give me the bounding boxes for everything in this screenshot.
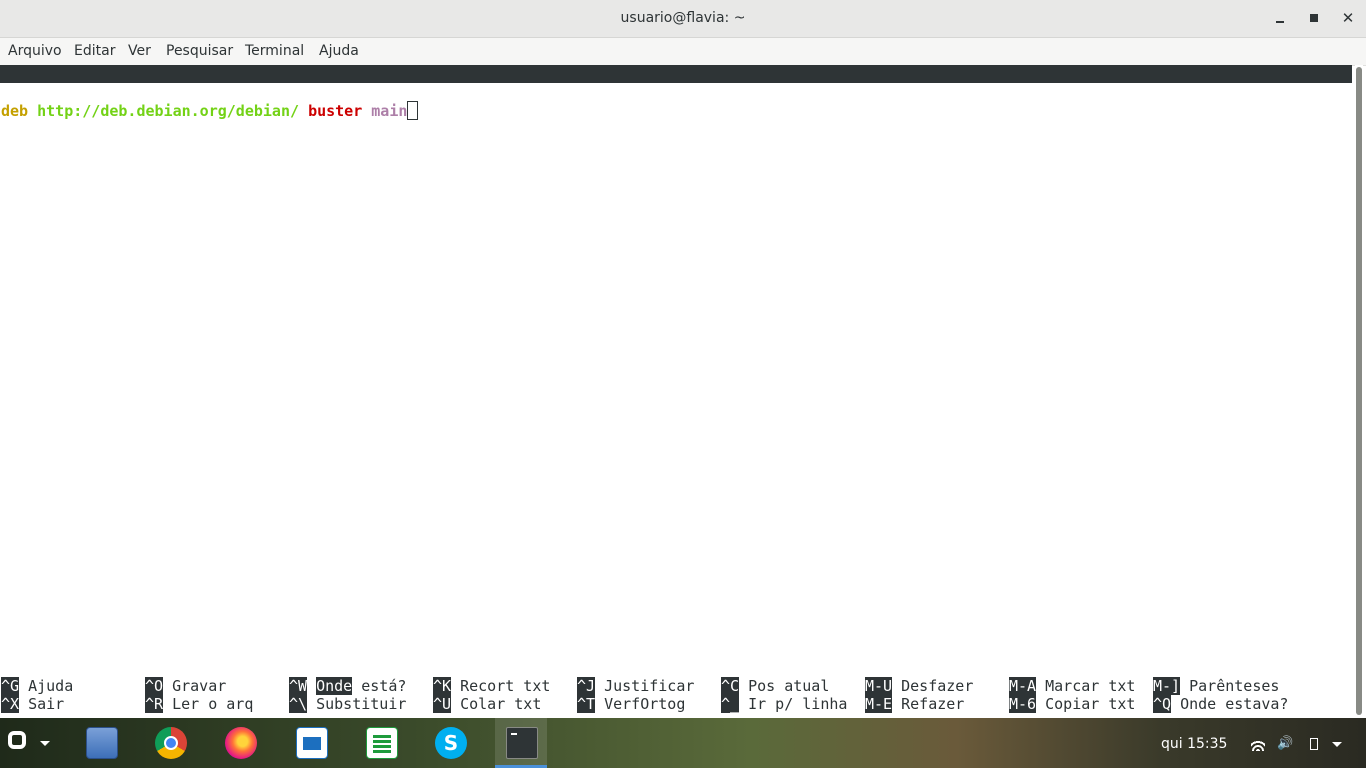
shortcut-where-was: ^Q Onde estava? [1153, 695, 1288, 713]
volume-icon[interactable]: 🔊 [1277, 737, 1293, 751]
source-url: http://deb.debian.org/debian/ [37, 102, 300, 120]
nano-filename: /etc/apt/sources.list [587, 101, 777, 119]
shortcut-brackets: M-] Parênteses [1153, 677, 1279, 695]
system-menu-chevron-icon[interactable] [1332, 742, 1342, 747]
shortcut-key: M-U [865, 677, 893, 695]
shortcut-where-is: ^W Onde está? [289, 677, 406, 695]
shortcut-label: Pos atual [748, 677, 830, 695]
shortcut-label: VerfOrtog [604, 695, 686, 713]
shortcut-spell: ^T VerfOrtog [577, 695, 685, 713]
shortcut-help: ^G Ajuda [1, 677, 73, 695]
impress-icon[interactable] [296, 727, 328, 759]
shortcut-paste: ^U Colar txt [433, 695, 541, 713]
taskbar: S qui 15:35 🔊 [0, 718, 1366, 768]
shortcut-label: Ler o arq [172, 695, 254, 713]
shortcut-label: Desfazer [901, 677, 974, 695]
firefox-icon[interactable] [225, 727, 257, 759]
shortcut-label: Substituir [316, 695, 407, 713]
shortcut-key: ^K [433, 677, 452, 695]
terminal-icon[interactable] [506, 727, 538, 759]
terminal-area[interactable]: GNU nano 3.2 /etc/apt/sources.list Modif… [0, 65, 1352, 718]
shortcut-key: ^O [145, 677, 164, 695]
nano-title-bar: GNU nano 3.2 /etc/apt/sources.list Modif… [0, 65, 1352, 137]
shortcut-key: ^\ [289, 695, 308, 713]
window-titlebar: usuario@flavia: ~ ✕ [0, 0, 1366, 38]
shortcut-key: M-A [1009, 677, 1037, 695]
text-cursor [407, 101, 419, 120]
shortcut-goto-line: ^_ Ir p/ linha [721, 695, 847, 713]
shortcut-exit: ^X Sair [1, 695, 64, 713]
launcher-icon[interactable] [8, 731, 50, 755]
shortcut-replace: ^\ Substituir [289, 695, 406, 713]
shortcut-label: Colar txt [460, 695, 542, 713]
menu-ajuda[interactable]: Ajuda [319, 43, 359, 59]
shortcut-label: Parênteses [1189, 677, 1280, 695]
nano-status: Modificado [1243, 119, 1334, 137]
menu-ver[interactable]: Ver [128, 43, 151, 59]
shortcut-cut: ^K Recort txt [433, 677, 550, 695]
shortcut-key: ^C [721, 677, 740, 695]
shortcut-justify: ^J Justificar [577, 677, 694, 695]
shortcut-key: M-E [865, 695, 893, 713]
shortcut-save: ^O Gravar [145, 677, 226, 695]
chevron-down-icon [40, 741, 50, 746]
shortcut-key: ^T [577, 695, 596, 713]
nano-version: GNU nano 3.2 [19, 83, 128, 101]
shortcut-label: Gravar [172, 677, 227, 695]
shortcut-key: ^G [1, 677, 20, 695]
source-type: deb [1, 102, 29, 120]
shortcut-label: Refazer [901, 695, 965, 713]
shortcut-key: ^W [289, 677, 308, 695]
skype-icon[interactable]: S [435, 727, 467, 759]
shortcut-label: Copiar txt [1045, 695, 1136, 713]
launcher-logo-icon [8, 731, 26, 749]
chrome-icon[interactable] [155, 727, 187, 759]
clock[interactable]: qui 15:35 [1161, 736, 1227, 752]
wifi-icon[interactable] [1251, 737, 1265, 751]
shortcut-label: Ir p/ linha [748, 695, 848, 713]
shortcut-key: ^X [1, 695, 20, 713]
shortcut-label: está? [352, 677, 407, 695]
shortcut-label: Justificar [604, 677, 695, 695]
shortcut-key: ^J [577, 677, 596, 695]
calc-icon[interactable] [366, 727, 398, 759]
maximize-button[interactable] [1304, 8, 1324, 28]
editor-line[interactable]: deb http://deb.debian.org/debian/ buster… [1, 101, 419, 120]
shortcut-undo: M-U Desfazer [865, 677, 973, 695]
scrollbar-thumb[interactable] [1356, 67, 1362, 715]
source-component: main [371, 102, 408, 120]
shortcut-label: Onde estava? [1180, 695, 1289, 713]
shortcut-mark: M-A Marcar txt [1009, 677, 1135, 695]
minimize-button[interactable] [1270, 8, 1290, 28]
shortcut-key: M-] [1153, 677, 1181, 695]
shortcut-label: Ajuda [28, 677, 74, 695]
battery-icon[interactable] [1307, 737, 1321, 751]
menu-arquivo[interactable]: Arquivo [8, 43, 62, 59]
menu-bar: Arquivo Editar Ver Pesquisar Terminal Aj… [0, 38, 1366, 66]
terminal-scrollbar[interactable] [1355, 65, 1363, 717]
shortcut-key: ^U [433, 695, 452, 713]
shortcut-label-highlight: Onde [316, 677, 353, 695]
source-suite: buster [308, 102, 363, 120]
shortcut-key: ^R [145, 695, 164, 713]
close-button[interactable]: ✕ [1338, 8, 1358, 28]
menu-pesquisar[interactable]: Pesquisar [166, 43, 233, 59]
shortcut-label: Sair [28, 695, 65, 713]
files-icon[interactable] [86, 727, 118, 759]
shortcut-key: ^Q [1153, 695, 1172, 713]
shortcut-key: ^_ [721, 695, 740, 713]
menu-editar[interactable]: Editar [74, 43, 115, 59]
shortcut-read-file: ^R Ler o arq [145, 695, 253, 713]
shortcut-label: Marcar txt [1045, 677, 1136, 695]
window-title: usuario@flavia: ~ [620, 10, 746, 26]
shortcut-copy: M-6 Copiar txt [1009, 695, 1135, 713]
shortcut-key: M-6 [1009, 695, 1037, 713]
shortcut-cur-pos: ^C Pos atual [721, 677, 829, 695]
shortcut-redo: M-E Refazer [865, 695, 964, 713]
shortcut-label: Recort txt [460, 677, 551, 695]
menu-terminal[interactable]: Terminal [245, 43, 304, 59]
